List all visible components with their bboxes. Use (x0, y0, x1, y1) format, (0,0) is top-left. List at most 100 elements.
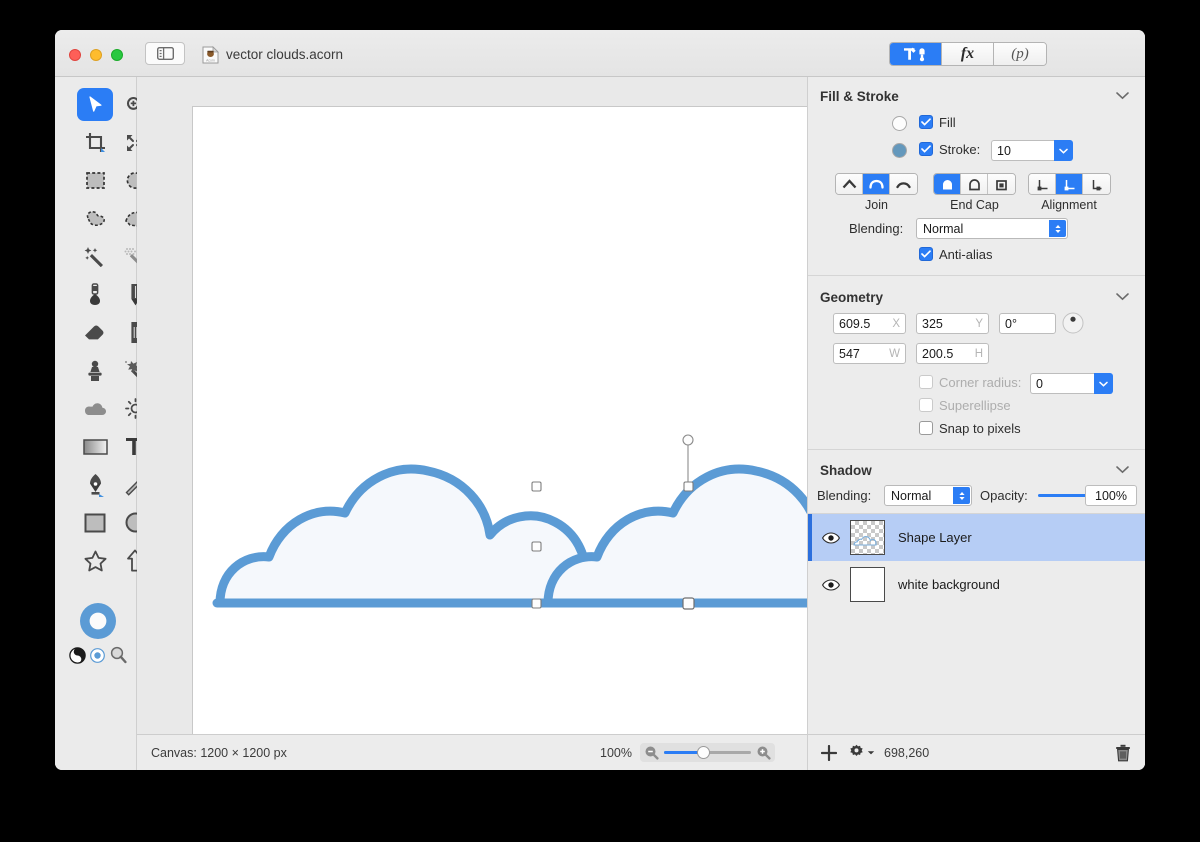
rectangle-shape-tool[interactable] (77, 506, 113, 539)
star-shape-tool[interactable] (77, 544, 113, 577)
tab-tools[interactable] (890, 43, 942, 65)
geometry-size-row: 547 W 200.5 H (808, 342, 1145, 374)
section-fill-stroke[interactable]: Fill & Stroke (808, 81, 1145, 111)
cap-round-button[interactable] (934, 174, 961, 194)
eraser-tool[interactable] (77, 316, 113, 349)
rectangular-select-tool[interactable] (77, 164, 113, 197)
shadow-blending-row: Blending: Normal Opacity: 100% (808, 485, 1145, 513)
geometry-rotation-input[interactable]: 0° (999, 313, 1056, 334)
trash-icon[interactable] (1115, 744, 1131, 762)
magnifier-plus-icon-status[interactable] (756, 745, 771, 760)
foreground-color-well[interactable] (79, 602, 117, 645)
minimize-button[interactable] (90, 49, 102, 61)
corner-radius-stepper[interactable] (1094, 373, 1113, 394)
plus-icon[interactable] (821, 745, 837, 761)
antialias-label: Anti-alias (939, 247, 993, 262)
stroke-width-input[interactable]: 10 (991, 140, 1054, 161)
gear-dropdown-icon[interactable] (867, 750, 875, 756)
join-group[interactable] (835, 173, 918, 195)
cap-butt-button[interactable] (961, 174, 988, 194)
lasso-select-tool[interactable] (77, 202, 113, 235)
chevron-down-icon-geometry[interactable] (1116, 293, 1129, 301)
inspector-tab-group[interactable]: fx (p) (889, 42, 1047, 66)
crop-tool[interactable] (77, 126, 113, 159)
antialias-checkbox[interactable] (919, 247, 933, 261)
app-window: Acorn vector clouds.acorn fx (p) Canvas:… (55, 30, 1145, 770)
stroke-checkbox[interactable] (919, 142, 933, 156)
snap-to-pixels-label: Snap to pixels (939, 421, 1021, 436)
snap-to-pixels-checkbox[interactable] (919, 421, 933, 435)
eraser-icon (85, 325, 104, 340)
tab-effects[interactable]: fx (942, 43, 994, 65)
join-bevel-button[interactable] (890, 174, 917, 194)
cloud-tool[interactable] (77, 392, 113, 425)
dashed-blob-icon (86, 211, 105, 227)
handle-middle-left[interactable] (531, 541, 542, 552)
shadow-blending-select[interactable]: Normal (884, 485, 972, 506)
fill-checkbox[interactable] (919, 115, 933, 129)
alignment-group[interactable] (1028, 173, 1111, 195)
stroke-width-stepper[interactable] (1054, 140, 1073, 161)
shadow-opacity-input[interactable]: 100% (1085, 485, 1137, 506)
join-miter-button[interactable] (836, 174, 863, 194)
contrast-toggle-button[interactable] (69, 647, 86, 669)
bezier-pen-tool[interactable] (77, 468, 113, 501)
zoom-slider-thumb[interactable] (697, 746, 711, 759)
fountain-pen-icon (89, 473, 104, 497)
eye-icon-shape-layer[interactable] (822, 531, 840, 544)
fill-color-swatch[interactable] (892, 116, 907, 131)
eye-icon-white-background[interactable] (822, 578, 840, 591)
magnifier-minus-icon[interactable] (644, 745, 659, 760)
handle-top-left[interactable] (531, 481, 542, 492)
move-tool[interactable] (77, 88, 113, 121)
chevron-down-icon-shadow[interactable] (1116, 466, 1129, 474)
handle-bottom-center[interactable] (682, 597, 695, 610)
fill-blending-arrows (1049, 220, 1066, 237)
bloom-tool[interactable] (77, 278, 113, 311)
color-target-button[interactable] (90, 648, 105, 668)
handle-top-center[interactable] (683, 481, 694, 492)
fill-blending-select[interactable]: Normal (916, 218, 1068, 239)
gear-icon[interactable] (848, 744, 865, 761)
superellipse-checkbox[interactable] (919, 398, 933, 412)
stroke-label: Stroke: (939, 142, 981, 157)
handle-bottom-left[interactable] (531, 598, 542, 609)
layer-row-shape-layer[interactable]: Shape Layer (808, 514, 1145, 561)
corner-radius-input[interactable]: 0 (1030, 373, 1094, 394)
section-shadow[interactable]: Shadow (808, 455, 1145, 485)
align-inside-button[interactable] (1029, 174, 1056, 194)
geometry-y-input[interactable]: 325 Y (916, 313, 989, 334)
clone-stamp-tool[interactable] (77, 354, 113, 387)
geometry-w-input[interactable]: 547 W (833, 343, 906, 364)
cap-square-button[interactable] (988, 174, 1015, 194)
corner-radius-checkbox[interactable] (919, 375, 933, 389)
chevron-down-icon[interactable] (1116, 92, 1129, 100)
document-canvas[interactable] (192, 106, 865, 762)
rotation-dial[interactable] (1062, 312, 1084, 334)
canvas-area[interactable] (137, 77, 865, 762)
zoom-button[interactable] (111, 49, 123, 61)
hammer-tools-icon (903, 47, 925, 62)
layer-row-white-background[interactable]: white background (808, 561, 1145, 608)
tab-presets[interactable]: (p) (994, 43, 1046, 65)
align-outside-button[interactable] (1083, 174, 1110, 194)
color-picker-button[interactable] (110, 646, 127, 669)
align-center-button[interactable] (1056, 174, 1083, 194)
end-cap-group[interactable] (933, 173, 1016, 195)
geometry-x-input[interactable]: 609.5 X (833, 313, 906, 334)
stroke-row: Stroke: 10 (808, 138, 1145, 169)
tab-effects-label: fx (960, 45, 975, 62)
gradient-tool[interactable] (77, 430, 113, 463)
stroke-color-swatch[interactable] (892, 143, 907, 158)
layer-name-white-background: white background (898, 577, 1000, 592)
sidebar-toggle-button[interactable] (145, 42, 185, 65)
join-round-button[interactable] (863, 174, 890, 194)
geometry-h-input[interactable]: 200.5 H (916, 343, 989, 364)
zoom-slider[interactable] (640, 743, 775, 762)
section-geometry[interactable]: Geometry (808, 282, 1145, 312)
stroke-width-value: 10 (997, 143, 1011, 158)
rotation-handle[interactable] (682, 434, 694, 446)
tab-presets-label: (p) (1011, 45, 1029, 62)
close-button[interactable] (69, 49, 81, 61)
magic-wand-tool[interactable] (77, 240, 113, 273)
